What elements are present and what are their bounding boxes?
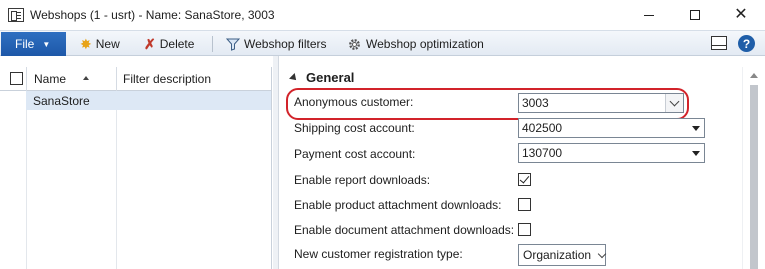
new-label: New: [95, 37, 120, 51]
chevron-down-icon: [669, 96, 680, 106]
toolbar-separator: [212, 36, 213, 52]
column-header-name[interactable]: Name: [26, 67, 116, 91]
table-row[interactable]: SanaStore: [26, 91, 271, 110]
close-icon: ✕: [734, 6, 748, 23]
shipping-cost-account-label: Shipping cost account:: [294, 121, 415, 135]
delete-x-icon: ✗: [144, 36, 156, 52]
new-button[interactable]: ✸ New: [80, 32, 120, 56]
vertical-scrollbar[interactable]: [742, 67, 765, 269]
star-icon: ✸: [80, 36, 92, 52]
select-all-checkbox[interactable]: [10, 72, 23, 85]
window-title: Webshops (1 - usrt) - Name: SanaStore, 3…: [30, 8, 275, 22]
title-bar: Webshops (1 - usrt) - Name: SanaStore, 3…: [0, 0, 765, 30]
collapse-triangle-icon: [289, 72, 299, 83]
column-filter-description-label: Filter description: [123, 72, 212, 86]
row-name-cell: SanaStore: [33, 94, 90, 108]
dropdown-arrow-icon[interactable]: [692, 151, 700, 156]
enable-document-attachment-downloads-label: Enable document attachment downloads:: [294, 223, 515, 237]
help-icon[interactable]: ?: [738, 35, 755, 52]
filter-icon: [226, 38, 240, 51]
registration-type-value: Organization: [523, 248, 592, 262]
scrollbar-thumb[interactable]: [750, 85, 758, 269]
maximize-button[interactable]: [672, 0, 718, 30]
column-name-label: Name: [34, 72, 67, 86]
shipping-cost-account-field[interactable]: 402500: [518, 118, 705, 138]
pane-splitter[interactable]: [273, 56, 279, 269]
webshop-filters-label: Webshop filters: [244, 37, 327, 51]
action-pane: File ▼ ✸ New ✗ Delete Webshop filters We…: [0, 30, 765, 56]
enable-report-downloads-label: Enable report downloads:: [294, 173, 431, 187]
new-customer-registration-type-label: New customer registration type:: [294, 247, 463, 261]
new-customer-registration-type-select[interactable]: Organization: [518, 244, 607, 266]
enable-document-attachment-downloads-checkbox[interactable]: [518, 223, 531, 236]
close-button[interactable]: ✕: [718, 0, 764, 30]
general-group-header[interactable]: General: [289, 70, 355, 85]
payment-cost-account-field[interactable]: 130700: [518, 143, 705, 163]
maximize-icon: [690, 10, 700, 20]
layout-icon[interactable]: [711, 36, 727, 50]
file-menu-button[interactable]: File ▼: [1, 32, 66, 56]
anonymous-customer-value: 3003: [522, 96, 549, 110]
file-label: File: [15, 37, 35, 51]
webshop-optimization-button[interactable]: Webshop optimization: [347, 32, 484, 56]
sort-ascending-icon: [83, 76, 89, 80]
app-icon: [8, 8, 24, 22]
anonymous-customer-combobox[interactable]: 3003: [518, 93, 684, 113]
payment-cost-account-label: Payment cost account:: [294, 147, 416, 161]
anonymous-customer-dropdown-button[interactable]: [665, 94, 683, 112]
checkmark-icon: [519, 173, 530, 184]
grid-header: Name Filter description: [0, 67, 271, 91]
anonymous-customer-label: Anonymous customer:: [294, 95, 414, 109]
minimize-button[interactable]: [626, 0, 672, 30]
minimize-icon: [644, 14, 654, 16]
caret-down-icon: ▼: [42, 39, 51, 49]
webshops-grid: Name Filter description SanaStore: [0, 67, 272, 269]
chevron-down-icon: [597, 249, 607, 258]
delete-button[interactable]: ✗ Delete: [144, 32, 194, 56]
shipping-cost-account-value: 402500: [522, 121, 563, 135]
group-title: General: [306, 70, 355, 85]
grid-divider: [26, 91, 27, 269]
grid-divider: [116, 91, 117, 269]
payment-cost-account-value: 130700: [522, 146, 563, 160]
details-pane: General Anonymous customer: 3003 Shippin…: [280, 67, 742, 269]
webshop-optimization-label: Webshop optimization: [366, 37, 484, 51]
enable-product-attachment-downloads-checkbox[interactable]: [518, 198, 531, 211]
enable-report-downloads-checkbox[interactable]: [518, 173, 531, 186]
delete-label: Delete: [159, 37, 195, 51]
webshop-filters-button[interactable]: Webshop filters: [226, 32, 326, 56]
gear-icon: [347, 37, 362, 52]
enable-product-attachment-downloads-label: Enable product attachment downloads:: [294, 198, 502, 212]
dropdown-arrow-icon[interactable]: [692, 126, 700, 131]
scroll-up-arrow-icon[interactable]: [750, 73, 758, 78]
column-header-filter-description[interactable]: Filter description: [116, 67, 271, 91]
